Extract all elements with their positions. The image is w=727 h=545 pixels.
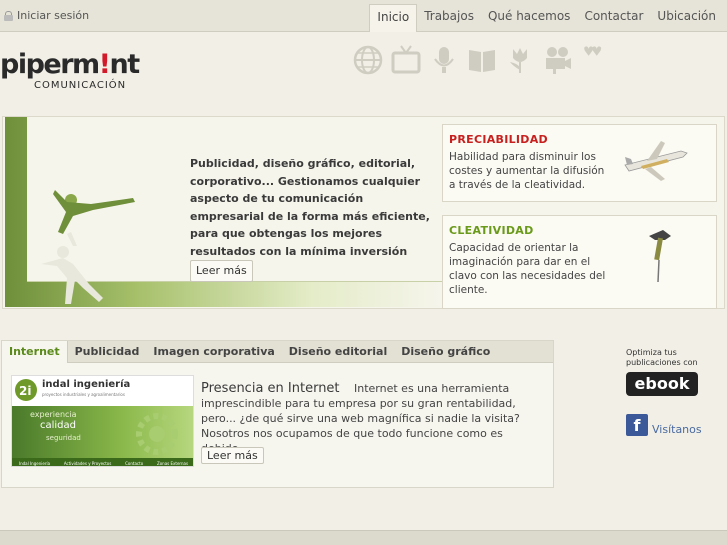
hero-description: Publicidad, diseño gráfico, editorial, c…	[190, 157, 430, 258]
microphone-icon	[434, 47, 454, 73]
thumb-menu: Indal Ingeniería Actividades y Proyectos…	[12, 458, 193, 466]
tulip-icon	[510, 48, 527, 73]
hearts-icon	[584, 46, 602, 56]
tab-internet[interactable]: Internet	[2, 341, 68, 363]
thumb-menu-item: Actividades y Proyectos	[63, 460, 112, 466]
lock-icon	[4, 10, 13, 21]
nav-ubicacion[interactable]: Ubicación	[650, 4, 723, 32]
services-tabs: Internet Publicidad Imagen corporativa D…	[1, 340, 554, 488]
card-text: Habilidad para disminuir los costes y au…	[449, 151, 605, 191]
logo-text-2: nt	[109, 49, 141, 80]
main-nav: Inicio Trabajos Qué hacemos Contactar Ub…	[369, 4, 723, 32]
thumb-word: seguridad	[46, 434, 81, 442]
logo-text-1: piperm	[0, 49, 100, 80]
facebook-visit-label: Visítanos	[652, 422, 702, 436]
gear-icon	[136, 413, 178, 455]
nav-contactar[interactable]: Contactar	[577, 4, 650, 32]
top-bar: Iniciar sesión Inicio Trabajos Qué hacem…	[0, 0, 727, 32]
facebook-icon: f	[626, 414, 648, 436]
hammer-nail-icon	[649, 230, 671, 283]
book-icon	[469, 50, 495, 72]
tab-bar: Internet Publicidad Imagen corporativa D…	[2, 341, 553, 363]
service-icons	[352, 44, 606, 76]
tab-publicidad[interactable]: Publicidad	[68, 341, 147, 363]
hero-banner: Publicidad, diseño gráfico, editorial, c…	[2, 116, 725, 309]
thumb-company: indal ingeniería	[42, 379, 131, 390]
card-cleatividad: CLEATIVIDAD Capacidad de orientar la ima…	[442, 215, 717, 309]
logo-exclamation: !	[98, 49, 111, 80]
thumb-menu-item: Contacto	[125, 460, 144, 466]
thumb-tagline: proyectos industriales y agroalimentario…	[42, 392, 125, 397]
feature-read-more-button[interactable]: Leer más	[201, 447, 264, 464]
card-title: CLEATIVIDAD	[449, 224, 534, 237]
thumb-menu-item: Indal Ingeniería	[18, 460, 51, 466]
card-text: Capacidad de orientar la imaginación par…	[449, 242, 606, 296]
tab-imagen-corporativa[interactable]: Imagen corporativa	[146, 341, 281, 363]
facebook-link[interactable]: f Visítanos	[626, 414, 702, 436]
ebook-button[interactable]: ebook	[626, 372, 698, 396]
login-link[interactable]: Iniciar sesión	[4, 9, 89, 22]
film-camera-icon	[546, 47, 571, 74]
acrobats-illustration	[41, 190, 135, 304]
thumb-word: experiencia	[30, 410, 77, 419]
site-logo[interactable]: piperm!nt COMUNICACIÓN	[0, 49, 141, 92]
thumb-word: calidad	[40, 420, 77, 431]
project-thumbnail[interactable]: 2i indal ingeniería proyectos industrial…	[11, 375, 194, 467]
feature-text: Internet es una herramienta imprescindib…	[201, 382, 520, 455]
airplane-icon	[624, 141, 688, 181]
tv-icon	[391, 45, 421, 74]
hero-text: Publicidad, diseño gráfico, editorial, c…	[190, 155, 430, 282]
indal-logo-icon: 2i	[15, 379, 37, 401]
thumb-menu-item: Zonas Externas	[156, 460, 189, 466]
thumb-header: 2i indal ingeniería proyectos industrial…	[12, 376, 193, 406]
nav-inicio[interactable]: Inicio	[369, 4, 418, 32]
card-preciabilidad: PRECIABILIDAD Habilidad para disminuir l…	[442, 124, 717, 202]
footer	[0, 530, 727, 545]
svg-text:2i: 2i	[19, 384, 31, 398]
globe-icon	[353, 45, 383, 75]
logo-subtitle: COMUNICACIÓN	[34, 80, 127, 91]
login-label: Iniciar sesión	[17, 9, 90, 22]
tab-diseno-grafico[interactable]: Diseño gráfico	[394, 341, 497, 363]
nav-que-hacemos[interactable]: Qué hacemos	[481, 4, 577, 32]
ebook-note: Optimiza tus publicaciones con	[626, 348, 698, 367]
nav-trabajos[interactable]: Trabajos	[417, 4, 481, 32]
hero-read-more-button[interactable]: Leer más	[190, 260, 253, 282]
tab-diseno-editorial[interactable]: Diseño editorial	[282, 341, 394, 363]
thumb-banner: experiencia calidad seguridad	[12, 406, 193, 458]
card-title: PRECIABILIDAD	[449, 133, 548, 146]
sidebar: Optimiza tus publicaciones con ebook f V…	[626, 348, 722, 436]
